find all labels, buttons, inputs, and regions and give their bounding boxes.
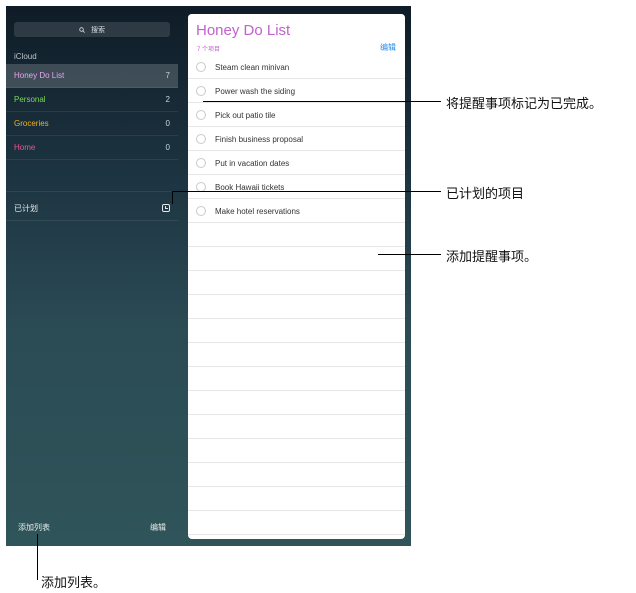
reminder-row[interactable]: Put in vacation dates bbox=[188, 151, 405, 175]
list-item-home[interactable]: Home 0 bbox=[6, 136, 178, 160]
callout-line-add-reminder bbox=[378, 254, 441, 255]
reminders-app-screen: 搜索 iCloud Honey Do List 7 Personal 2 Gro… bbox=[6, 6, 411, 546]
completion-circle-icon[interactable] bbox=[196, 134, 206, 144]
list-edit-button[interactable]: 编辑 bbox=[380, 42, 396, 53]
completion-circle-icon[interactable] bbox=[196, 158, 206, 168]
callout-line-scheduled-vertical bbox=[172, 191, 173, 204]
list-item-honey-do[interactable]: Honey Do List 7 bbox=[6, 64, 178, 88]
reminder-row[interactable]: Pick out patio tile bbox=[188, 103, 405, 127]
divider bbox=[6, 220, 178, 221]
search-label: 搜索 bbox=[91, 26, 105, 34]
list-count: 7 bbox=[165, 71, 170, 80]
callout-line-scheduled bbox=[172, 191, 441, 192]
divider bbox=[6, 191, 178, 192]
callout-mark-complete: 将提醒事项标记为已完成。 bbox=[446, 96, 603, 111]
list-item-personal[interactable]: Personal 2 bbox=[6, 88, 178, 112]
reminder-text[interactable]: Finish business proposal bbox=[215, 135, 303, 144]
completion-circle-icon[interactable] bbox=[196, 86, 206, 96]
list-name: Personal bbox=[14, 95, 46, 104]
callout-scheduled-items: 已计划的项目 bbox=[446, 186, 525, 201]
item-count: 7 个项目 bbox=[197, 47, 221, 53]
reminder-text[interactable]: Power wash the siding bbox=[215, 87, 295, 96]
reminder-row[interactable]: Steam clean minivan bbox=[188, 55, 405, 79]
callout-line-mark-complete bbox=[203, 101, 441, 102]
list-collection: Honey Do List 7 Personal 2 Groceries 0 H… bbox=[6, 64, 178, 160]
section-title-icloud: iCloud bbox=[14, 52, 37, 61]
list-count: 0 bbox=[165, 143, 170, 152]
search-field[interactable]: 搜索 bbox=[14, 22, 170, 37]
reminder-text[interactable]: Make hotel reservations bbox=[215, 207, 300, 216]
reminder-row[interactable]: Power wash the siding bbox=[188, 79, 405, 103]
list-item-groceries[interactable]: Groceries 0 bbox=[6, 112, 178, 136]
list-name: Home bbox=[14, 143, 36, 152]
list-count: 0 bbox=[165, 119, 170, 128]
reminder-row[interactable]: Make hotel reservations bbox=[188, 199, 405, 223]
reminder-row[interactable]: Book Hawaii tickets bbox=[188, 175, 405, 199]
completion-circle-icon[interactable] bbox=[196, 206, 206, 216]
list-name: Honey Do List bbox=[14, 71, 65, 80]
list-name: Groceries bbox=[14, 119, 49, 128]
callout-line-add-list bbox=[37, 534, 38, 580]
sidebar-edit-button[interactable]: 编辑 bbox=[150, 522, 166, 533]
callout-add-reminder: 添加提醒事项。 bbox=[446, 249, 538, 264]
add-list-button[interactable]: 添加列表 bbox=[18, 522, 50, 533]
reminder-text[interactable]: Pick out patio tile bbox=[215, 111, 275, 120]
reminder-text[interactable]: Steam clean minivan bbox=[215, 63, 289, 72]
scheduled-list-item[interactable]: 已计划 bbox=[6, 197, 178, 219]
reminder-text[interactable]: Put in vacation dates bbox=[215, 159, 289, 168]
callout-add-list: 添加列表。 bbox=[41, 575, 107, 590]
sidebar-toolbar: 添加列表 编辑 bbox=[6, 508, 178, 546]
scheduled-label: 已计划 bbox=[14, 203, 38, 213]
list-header: Honey Do List 7 个项目 编辑 bbox=[188, 14, 405, 55]
alarm-clock-icon bbox=[162, 204, 170, 212]
completion-circle-icon[interactable] bbox=[196, 62, 206, 72]
completion-circle-icon[interactable] bbox=[196, 110, 206, 120]
reminder-list-panel: Honey Do List 7 个项目 编辑 Steam clean miniv… bbox=[188, 14, 405, 539]
reminder-row[interactable]: Finish business proposal bbox=[188, 127, 405, 151]
list-title: Honey Do List bbox=[196, 22, 291, 39]
search-icon bbox=[79, 26, 85, 33]
list-count: 2 bbox=[165, 95, 170, 104]
